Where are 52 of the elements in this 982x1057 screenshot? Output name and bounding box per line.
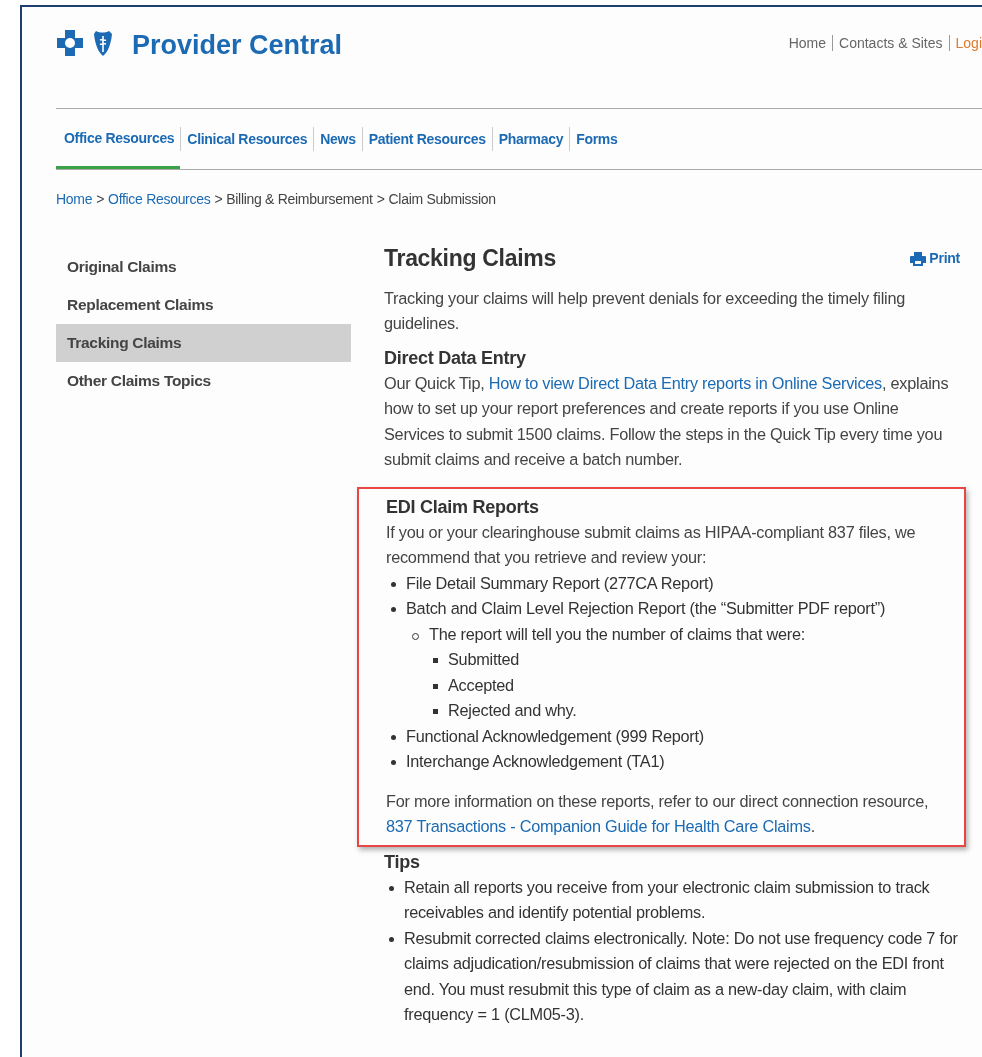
header-link[interactable]: Home bbox=[788, 35, 827, 51]
bullet-icon bbox=[433, 683, 438, 689]
list-item-text: Accepted bbox=[448, 674, 514, 696]
nav-tab[interactable]: News bbox=[314, 109, 362, 169]
section-heading: EDI Claim Reports bbox=[386, 495, 540, 519]
nav-tab[interactable]: Forms bbox=[570, 109, 624, 169]
section-paragraph: Our Quick Tip, How to view Direct Data Entry reports in Online Services, explains how to set up your report preferences and create reports if you use Online Services to submit 1500 claims. Follow the steps in the Quick Tip every time you submit claims and receive a batch number. bbox=[384, 372, 950, 470]
list-item-text: Interchange Acknowledgement (TA1) bbox=[406, 751, 665, 772]
list-item-text: Submitted bbox=[448, 649, 520, 670]
section-heading: Direct Data Entry bbox=[384, 346, 527, 370]
bullet-icon bbox=[433, 658, 438, 663]
intro-paragraph: Tracking your claims will help prevent denials for exceeding the timely filing guidelines. bbox=[384, 287, 907, 334]
page-heading: Tracking Claims bbox=[384, 246, 556, 272]
print-link[interactable]: Print bbox=[910, 246, 960, 272]
text-link[interactable]: 837 Transactions - Companion Guide for Health Care Claims bbox=[386, 817, 811, 835]
bullet-icon bbox=[433, 709, 438, 714]
nav-tab[interactable]: Patient Resources bbox=[362, 109, 492, 169]
list-item-text: Retain all reports you receive from your electronic claim submission to track receivables and identify potential problems. bbox=[404, 876, 931, 923]
bullet-icon bbox=[391, 734, 396, 740]
header-link[interactable]: Logi bbox=[955, 35, 982, 51]
sidebar-item[interactable]: Original Claims bbox=[56, 248, 351, 286]
list-item-text: Functional Acknowledgement (999 Report) bbox=[406, 725, 704, 747]
breadcrumb-separator: > bbox=[214, 191, 223, 207]
sidebar-item[interactable]: Replacement Claims bbox=[56, 286, 351, 324]
list-item-text: Rejected and why. bbox=[448, 700, 577, 721]
text-link[interactable]: How to view Direct Data Entry reports in Online Services bbox=[488, 373, 882, 392]
section-paragraph: If you or your clearinghouse submit claims as HIPAA-compliant 837 files, we recommend that you retrieve and review your: bbox=[386, 521, 917, 568]
bullet-icon bbox=[391, 760, 396, 765]
bullet-icon bbox=[391, 607, 396, 612]
site-title: Provider Central bbox=[132, 29, 343, 61]
section-paragraph: For more information on these reports, refer to our direct connection resource, 837 Transactions - Companion Guide for Health Care Claims. bbox=[386, 790, 930, 837]
sidebar-item[interactable]: Other Claims Topics bbox=[56, 362, 351, 400]
list-item-text: The report will tell you the number of claims that were: bbox=[429, 623, 805, 645]
breadcrumb-link[interactable]: Home bbox=[56, 191, 93, 207]
bullet-icon bbox=[391, 581, 396, 587]
section-heading: Tips bbox=[384, 850, 421, 874]
breadcrumb-separator: > bbox=[376, 191, 385, 207]
bullet-icon bbox=[389, 936, 394, 942]
printer-icon bbox=[910, 251, 927, 266]
breadcrumb-separator: > bbox=[96, 191, 105, 207]
breadcrumb-link[interactable]: Office Resources bbox=[108, 191, 211, 207]
nav-tab[interactable]: Office Resources bbox=[56, 109, 181, 169]
breadcrumb-text: Billing & Reimbursement bbox=[226, 191, 373, 207]
header-link[interactable]: Contacts & Sites bbox=[839, 35, 943, 51]
list-item-text: Batch and Claim Level Rejection Report (the “Submitter PDF report”) bbox=[406, 598, 886, 619]
sidebar-item[interactable]: Tracking Claims bbox=[56, 324, 351, 362]
bullet-icon bbox=[389, 885, 394, 891]
nav-tab[interactable]: Pharmacy bbox=[492, 109, 570, 169]
nav-tab[interactable]: Clinical Resources bbox=[181, 109, 314, 169]
breadcrumb-text: Claim Submission bbox=[388, 191, 496, 207]
list-item-text: Resubmit corrected claims electronically. Note: Do not use frequency code 7 for claims adjudication/resubmission of claims that were rejected on the EDI front end. You must resubmit this type of claim as a new-day claim, with claim frequency = 1 (CLM05-3). bbox=[404, 927, 959, 1025]
list-item-text: File Detail Summary Report (277CA Report) bbox=[406, 572, 714, 594]
